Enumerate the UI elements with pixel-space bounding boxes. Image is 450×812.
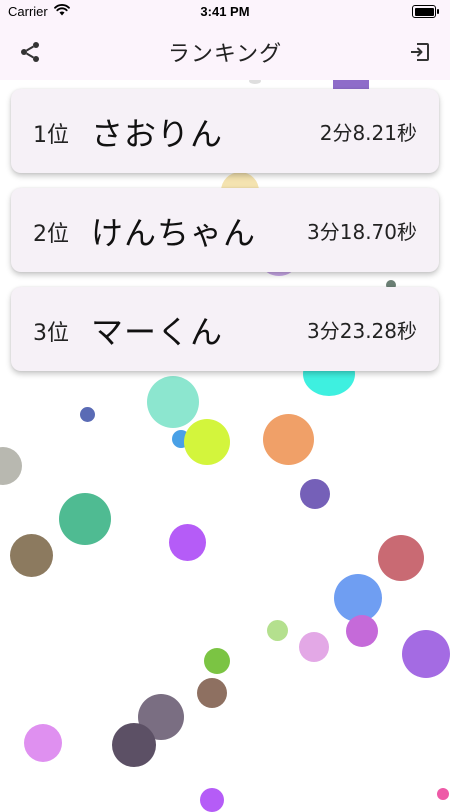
clear-time: 2分8.21秒 [319, 121, 417, 145]
clear-time: 3分18.70秒 [307, 220, 417, 244]
status-time: 3:41 PM [200, 4, 250, 19]
bubble [80, 407, 95, 422]
player-name: さおりん [91, 115, 224, 153]
status-bar: Carrier 3:41 PM [0, 0, 450, 24]
bubble [184, 419, 230, 465]
battery-icon [412, 5, 439, 18]
bubble [169, 524, 206, 561]
bubble [0, 447, 22, 485]
ranking-card-3[interactable]: 3位 マーくん 3分23.28秒 [11, 287, 439, 371]
player-name: けんちゃん [91, 214, 257, 252]
bubble [378, 535, 424, 581]
bubble [200, 788, 224, 812]
ranking-card-2[interactable]: 2位 けんちゃん 3分18.70秒 [11, 188, 439, 272]
bubble [299, 632, 329, 662]
rank-position: 2位 [33, 222, 69, 247]
bubble [263, 414, 314, 465]
bubble [300, 479, 330, 509]
bubble [346, 615, 378, 647]
bubble [59, 493, 111, 545]
exit-button[interactable] [406, 38, 434, 66]
bubble [24, 724, 62, 762]
bubble [10, 534, 53, 577]
rank-position: 1位 [33, 123, 69, 148]
bubble [267, 620, 288, 641]
ranking-card-1[interactable]: 1位 さおりん 2分8.21秒 [11, 89, 439, 173]
exit-icon [411, 43, 429, 61]
page-title: ランキング [167, 42, 283, 67]
clear-time: 3分23.28秒 [307, 319, 417, 343]
bubble [112, 723, 156, 767]
bubble [147, 376, 199, 428]
bubble [197, 678, 227, 708]
navigation-bar: ランキング [0, 24, 450, 80]
bubble [402, 630, 450, 678]
bubble [437, 788, 449, 800]
bubble [204, 648, 230, 674]
player-name: マーくん [91, 313, 224, 351]
rank-position: 3位 [33, 321, 69, 346]
